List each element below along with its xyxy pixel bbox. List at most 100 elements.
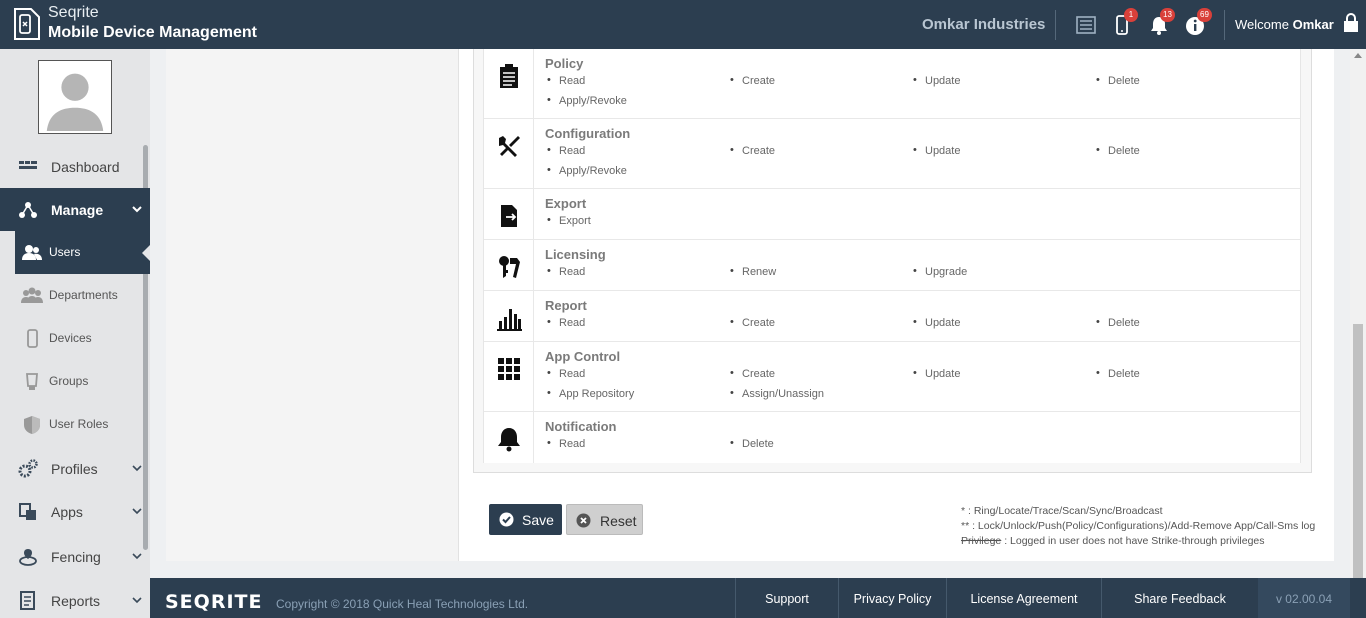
groups-icon: [26, 373, 38, 390]
permission-title: Licensing: [545, 247, 606, 262]
permissions-table: Policy Read Create Update Delete Apply/R…: [483, 49, 1301, 463]
scrollbar-thumb[interactable]: [1353, 324, 1363, 599]
role-details-pane: [166, 49, 459, 561]
sidebar-item-users[interactable]: Users: [15, 231, 150, 274]
perm-update: Update: [913, 367, 961, 380]
permission-row-licensing: Licensing Read Renew Upgrade: [484, 240, 1300, 291]
legend-single-star: * : Ring/Locate/Trace/Scan/Sync/Broadcas…: [961, 505, 1163, 517]
users-icon: [22, 245, 42, 260]
permission-title: Export: [545, 196, 587, 211]
apps-icon: [19, 503, 36, 520]
scroll-up-arrow-icon[interactable]: [1354, 53, 1362, 58]
sidebar-item-apps[interactable]: Apps: [0, 490, 150, 533]
sidebar-item-label: Reports: [51, 593, 101, 609]
header-divider: [1224, 10, 1225, 40]
welcome-text[interactable]: Welcome Omkar: [1235, 17, 1334, 32]
row-icon-cell: [484, 119, 534, 188]
row-icon-cell: [484, 342, 534, 411]
perm-update: Update: [913, 316, 961, 329]
bell-icon: [498, 428, 520, 452]
check-circle-icon: [499, 512, 514, 527]
sidebar-item-label: Groups: [49, 374, 89, 388]
network-icon: [19, 202, 37, 218]
row-icon-cell: [484, 291, 534, 341]
departments-icon: [21, 287, 43, 303]
footer-link-privacy-policy[interactable]: Privacy Policy: [838, 578, 946, 618]
chevron-down-icon: [132, 508, 142, 515]
brand-name: Seqrite: [48, 4, 99, 21]
sidebar-item-profiles[interactable]: Profiles: [0, 447, 150, 490]
perm-delete: Delete: [730, 437, 774, 450]
lock-icon[interactable]: [1340, 12, 1362, 34]
footer-link-license-agreement[interactable]: License Agreement: [946, 578, 1101, 618]
header-divider: [1055, 10, 1056, 40]
permission-title: Report: [545, 298, 587, 313]
perm-apply-revoke: Apply/Revoke: [547, 94, 627, 107]
reset-label: Reset: [600, 513, 637, 529]
chevron-down-icon: [132, 206, 142, 213]
footer-link-share-feedback[interactable]: Share Feedback: [1101, 578, 1258, 618]
perm-upgrade: Upgrade: [913, 265, 967, 278]
sidebar-item-fencing[interactable]: Fencing: [0, 535, 150, 578]
sidebar-item-groups[interactable]: Groups: [15, 360, 150, 403]
legend-double-star: ** : Lock/Unlock/Push(Policy/Configurati…: [961, 520, 1316, 532]
perm-read: Read: [547, 437, 585, 450]
sidebar-item-dashboard[interactable]: Dashboard: [0, 145, 150, 188]
perm-app-repository: App Repository: [547, 387, 634, 400]
footer-logo: SEQRITE: [165, 591, 263, 613]
sidebar-item-user-roles[interactable]: User Roles: [15, 403, 150, 446]
perm-assign-unassign: Assign/Unassign: [730, 387, 824, 400]
product-name: Mobile Device Management: [48, 24, 257, 41]
permission-row-configuration: Configuration Read Create Update Delete …: [484, 119, 1300, 189]
sidebar-item-label: Departments: [49, 288, 118, 302]
permission-title: Configuration: [545, 126, 631, 141]
key-icon: [499, 256, 520, 278]
gears-icon: [18, 459, 38, 478]
perm-renew: Renew: [730, 265, 776, 278]
dashboard-icon: [19, 161, 37, 169]
page-scrollbar[interactable]: [1350, 49, 1366, 618]
legend-strike-word: Privilege: [961, 535, 1002, 547]
fencing-icon: [19, 549, 37, 566]
row-icon-cell: [484, 240, 534, 290]
shield-icon: [24, 416, 40, 434]
alerts-badge: 13: [1160, 8, 1175, 22]
permission-row-export: Export Export: [484, 189, 1300, 240]
footer-link-support[interactable]: Support: [735, 578, 838, 618]
sidebar-item-label: Users: [49, 245, 81, 259]
perm-apply-revoke: Apply/Revoke: [547, 164, 627, 177]
perm-create: Create: [730, 367, 775, 380]
perm-read: Read: [547, 316, 585, 329]
sidebar-item-departments[interactable]: Departments: [15, 274, 150, 317]
reset-button[interactable]: Reset: [566, 504, 643, 535]
user-avatar[interactable]: [38, 60, 112, 134]
copyright-text: Copyright © 2018 Quick Heal Technologies…: [276, 597, 529, 611]
sidebar-item-devices[interactable]: Devices: [15, 317, 150, 360]
sidebar-item-label: Devices: [49, 331, 92, 345]
row-icon-cell: [484, 412, 534, 463]
perm-export: Export: [547, 214, 591, 227]
sidebar-item-label: Dashboard: [51, 159, 120, 175]
sidebar-item-label: User Roles: [49, 417, 109, 431]
permission-row-notification: Notification Read Delete: [484, 412, 1300, 463]
chevron-down-icon: [132, 597, 142, 604]
perm-delete: Delete: [1096, 144, 1140, 157]
row-icon-cell: [484, 49, 534, 118]
welcome-user: Omkar: [1292, 17, 1334, 32]
perm-delete: Delete: [1096, 367, 1140, 380]
sidebar: Dashboard Manage Users Departments Devic…: [0, 49, 150, 618]
devices-badge: 1: [1124, 8, 1138, 22]
save-button[interactable]: Save: [489, 504, 562, 535]
perm-create: Create: [730, 316, 775, 329]
perm-create: Create: [730, 74, 775, 87]
role-editor-panel: Policy Read Create Update Delete Apply/R…: [166, 49, 1334, 561]
sidebar-item-reports[interactable]: Reports: [0, 579, 150, 618]
export-icon: [501, 205, 517, 227]
welcome-prefix: Welcome: [1235, 17, 1289, 32]
seqrite-logo-icon[interactable]: [12, 5, 42, 43]
sidebar-item-manage[interactable]: Manage: [0, 188, 150, 231]
close-circle-icon: [576, 513, 591, 528]
chevron-down-icon: [132, 553, 142, 560]
list-icon[interactable]: [1075, 14, 1097, 36]
row-icon-cell: [484, 189, 534, 239]
